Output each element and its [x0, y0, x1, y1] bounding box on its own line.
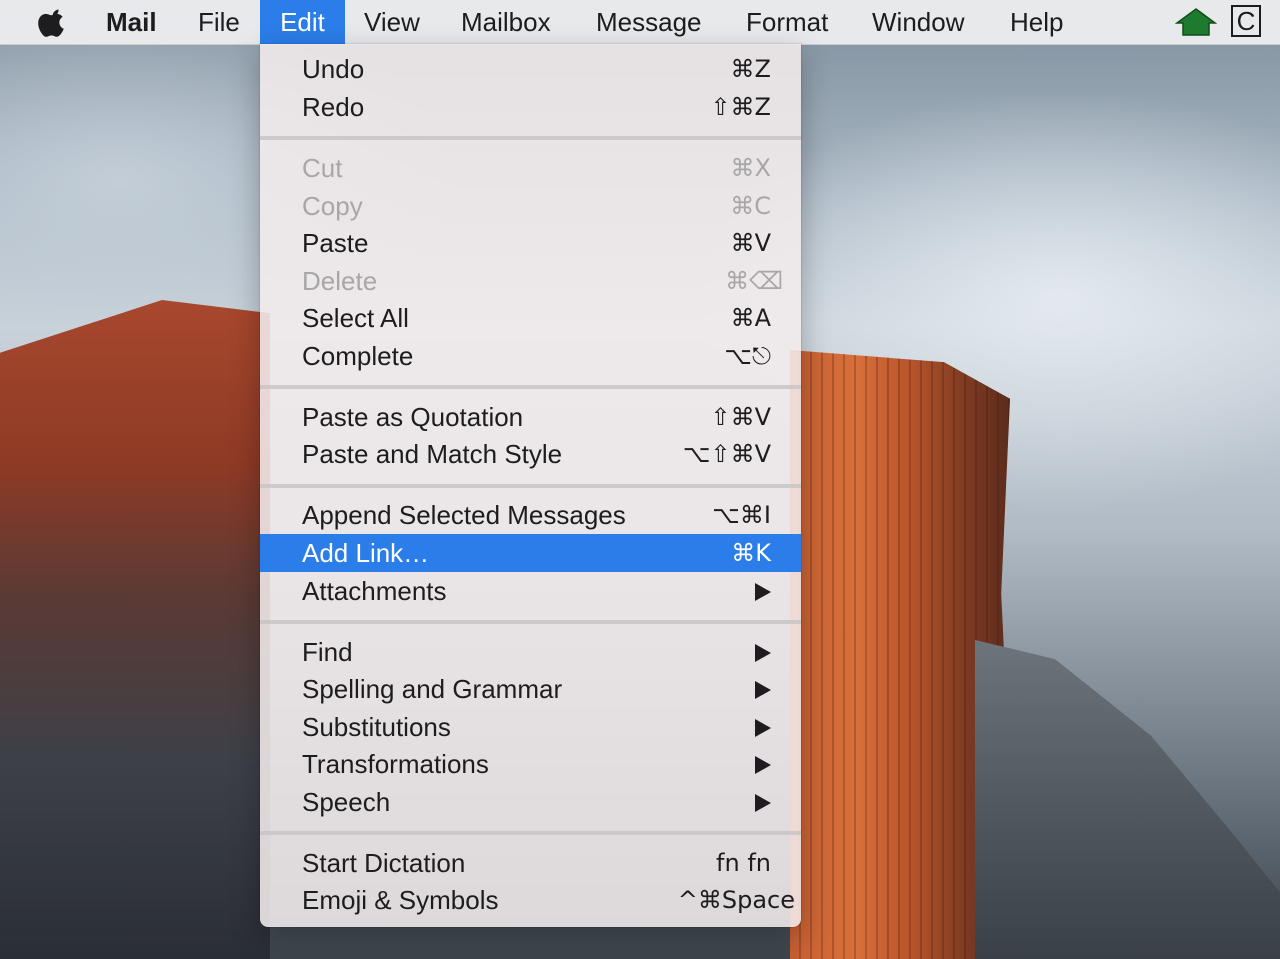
menu-item-emoji-symbols[interactable]: Emoji & Symbols ^⌘Space: [260, 881, 801, 919]
shortcut-label: ⌘Z: [730, 55, 771, 83]
menu-window[interactable]: Window: [872, 0, 964, 44]
menu-item-label: Spelling and Grammar: [302, 674, 563, 704]
menu-item-append-selected[interactable]: Append Selected Messages ⌥⌘I: [260, 496, 801, 534]
menu-separator: [260, 136, 801, 140]
menu-edit[interactable]: Edit: [260, 0, 345, 44]
menu-item-copy: Copy ⌘C: [260, 187, 801, 225]
menu-mailbox[interactable]: Mailbox: [461, 0, 551, 44]
menu-item-undo[interactable]: Undo ⌘Z: [260, 50, 801, 88]
submenu-arrow-icon: [755, 719, 771, 737]
menu-item-label: Cut: [302, 153, 343, 183]
menu-item-start-dictation[interactable]: Start Dictation fn fn: [260, 844, 801, 882]
menu-item-label: Append Selected Messages: [302, 500, 626, 530]
menu-item-label: Emoji & Symbols: [302, 885, 499, 915]
menu-item-label: Substitutions: [302, 712, 451, 742]
menu-item-redo[interactable]: Redo ⇧⌘Z: [260, 88, 801, 126]
shortcut-label: ⇧⌘Z: [710, 93, 771, 121]
shortcut-label: ⌘X: [730, 154, 771, 182]
shortcut-label: ⌘V: [730, 229, 771, 257]
menu-item-paste-match-style[interactable]: Paste and Match Style ⌥⇧⌘V: [260, 435, 801, 473]
wallpaper-cliff-left: [0, 300, 270, 959]
submenu-arrow-icon: [755, 681, 771, 699]
shortcut-label: ⌥⇧⌘V: [682, 440, 771, 468]
menu-item-transformations[interactable]: Transformations: [260, 745, 801, 783]
menu-item-spelling-grammar[interactable]: Spelling and Grammar: [260, 670, 801, 708]
menu-help[interactable]: Help: [1010, 0, 1063, 44]
menu-item-label: Paste as Quotation: [302, 402, 524, 432]
menu-item-label: Undo: [302, 54, 365, 84]
menu-item-label: Paste and Match Style: [302, 439, 563, 469]
menu-message[interactable]: Message: [596, 0, 702, 44]
menu-separator: [260, 831, 801, 835]
menu-item-label: Start Dictation: [302, 848, 466, 878]
menu-item-select-all[interactable]: Select All ⌘A: [260, 299, 801, 337]
menu-item-complete[interactable]: Complete ⌥⎋: [260, 337, 801, 375]
menu-item-label: Add Link…: [302, 538, 430, 568]
menu-item-label: Select All: [302, 303, 409, 333]
shortcut-label: ⌘C: [730, 192, 771, 220]
shortcut-label: fn fn: [716, 849, 771, 877]
menu-format[interactable]: Format: [746, 0, 828, 44]
menu-file[interactable]: File: [198, 0, 240, 44]
menu-separator: [260, 620, 801, 624]
menu-item-attachments[interactable]: Attachments: [260, 572, 801, 610]
menu-item-label: Complete: [302, 341, 414, 371]
menu-item-label: Transformations: [302, 749, 489, 779]
apple-icon[interactable]: [38, 6, 68, 38]
shortcut-label: ⌘⌫: [725, 267, 783, 295]
menu-item-label: Paste: [302, 228, 369, 258]
c-icon[interactable]: C: [1231, 5, 1261, 37]
menu-item-label: Attachments: [302, 576, 447, 606]
shortcut-label: ⇧⌘V: [710, 403, 771, 431]
menu-separator: [260, 385, 801, 389]
submenu-arrow-icon: [755, 583, 771, 601]
menu-item-speech[interactable]: Speech: [260, 783, 801, 821]
submenu-arrow-icon: [755, 794, 771, 812]
menu-item-delete: Delete ⌘⌫: [260, 262, 801, 300]
shortcut-label: ⌥⌘I: [712, 501, 771, 529]
home-icon[interactable]: [1175, 6, 1217, 38]
menu-item-label: Redo: [302, 92, 365, 122]
menu-item-label: Speech: [302, 787, 391, 817]
menu-item-find[interactable]: Find: [260, 633, 801, 671]
menu-separator: [260, 484, 801, 488]
menu-item-paste[interactable]: Paste ⌘V: [260, 224, 801, 262]
shortcut-label: ⌥⎋: [724, 342, 771, 370]
shortcut-label: ⌘K: [731, 539, 771, 567]
menu-item-paste-as-quotation[interactable]: Paste as Quotation ⇧⌘V: [260, 398, 801, 436]
submenu-arrow-icon: [755, 644, 771, 662]
shortcut-label: ⌘A: [730, 304, 771, 332]
menu-view[interactable]: View: [364, 0, 420, 44]
menu-item-label: Delete: [302, 266, 378, 296]
menu-bar: Mail File Edit View Mailbox Message Form…: [0, 0, 1280, 45]
menu-mail-app[interactable]: Mail: [106, 0, 157, 44]
menu-item-add-link[interactable]: Add Link… ⌘K: [260, 534, 801, 572]
menu-item-label: Find: [302, 637, 353, 667]
edit-menu: Undo ⌘Z Redo ⇧⌘Z Cut ⌘X Copy ⌘C Paste ⌘V…: [260, 44, 801, 927]
menu-item-cut: Cut ⌘X: [260, 149, 801, 187]
menu-item-substitutions[interactable]: Substitutions: [260, 708, 801, 746]
submenu-arrow-icon: [755, 756, 771, 774]
shortcut-label: ^⌘Space: [677, 886, 795, 914]
menu-item-label: Copy: [302, 191, 363, 221]
